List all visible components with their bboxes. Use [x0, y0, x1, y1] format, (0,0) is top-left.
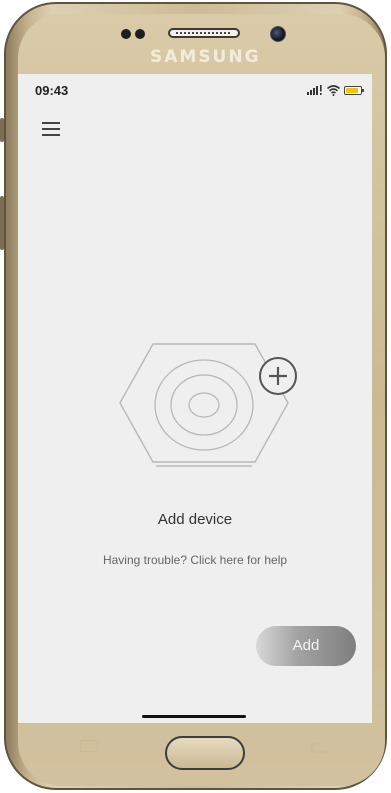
- earpiece-speaker: [168, 28, 240, 38]
- status-time: 09:43: [35, 83, 69, 98]
- add-button[interactable]: Add: [256, 626, 356, 666]
- wifi-icon: [327, 84, 340, 96]
- status-icons: [307, 84, 364, 96]
- recent-apps-key-icon[interactable]: [80, 740, 98, 752]
- front-camera: [270, 26, 286, 42]
- home-key[interactable]: [165, 736, 245, 770]
- smart-device-add-icon: [119, 343, 297, 467]
- volume-up-button: [0, 118, 4, 142]
- home-indicator[interactable]: [142, 715, 246, 718]
- status-bar: 09:43: [18, 74, 372, 106]
- brand-logo: SAMSUNG: [150, 47, 261, 67]
- hamburger-menu-icon[interactable]: [42, 122, 60, 136]
- sensor-dots: [121, 29, 147, 39]
- app-screen: 09:43 Add device Having trouble? Click h…: [18, 74, 372, 723]
- phone-frame: SAMSUNG 09:43 Add device Having trouble?…: [0, 0, 391, 793]
- signal-icon: [307, 85, 322, 95]
- battery-icon: [344, 85, 364, 95]
- help-link[interactable]: Having trouble? Click here for help: [18, 553, 372, 567]
- add-device-title: Add device: [157, 511, 233, 528]
- back-key-icon[interactable]: [310, 742, 328, 754]
- volume-button: [0, 196, 4, 250]
